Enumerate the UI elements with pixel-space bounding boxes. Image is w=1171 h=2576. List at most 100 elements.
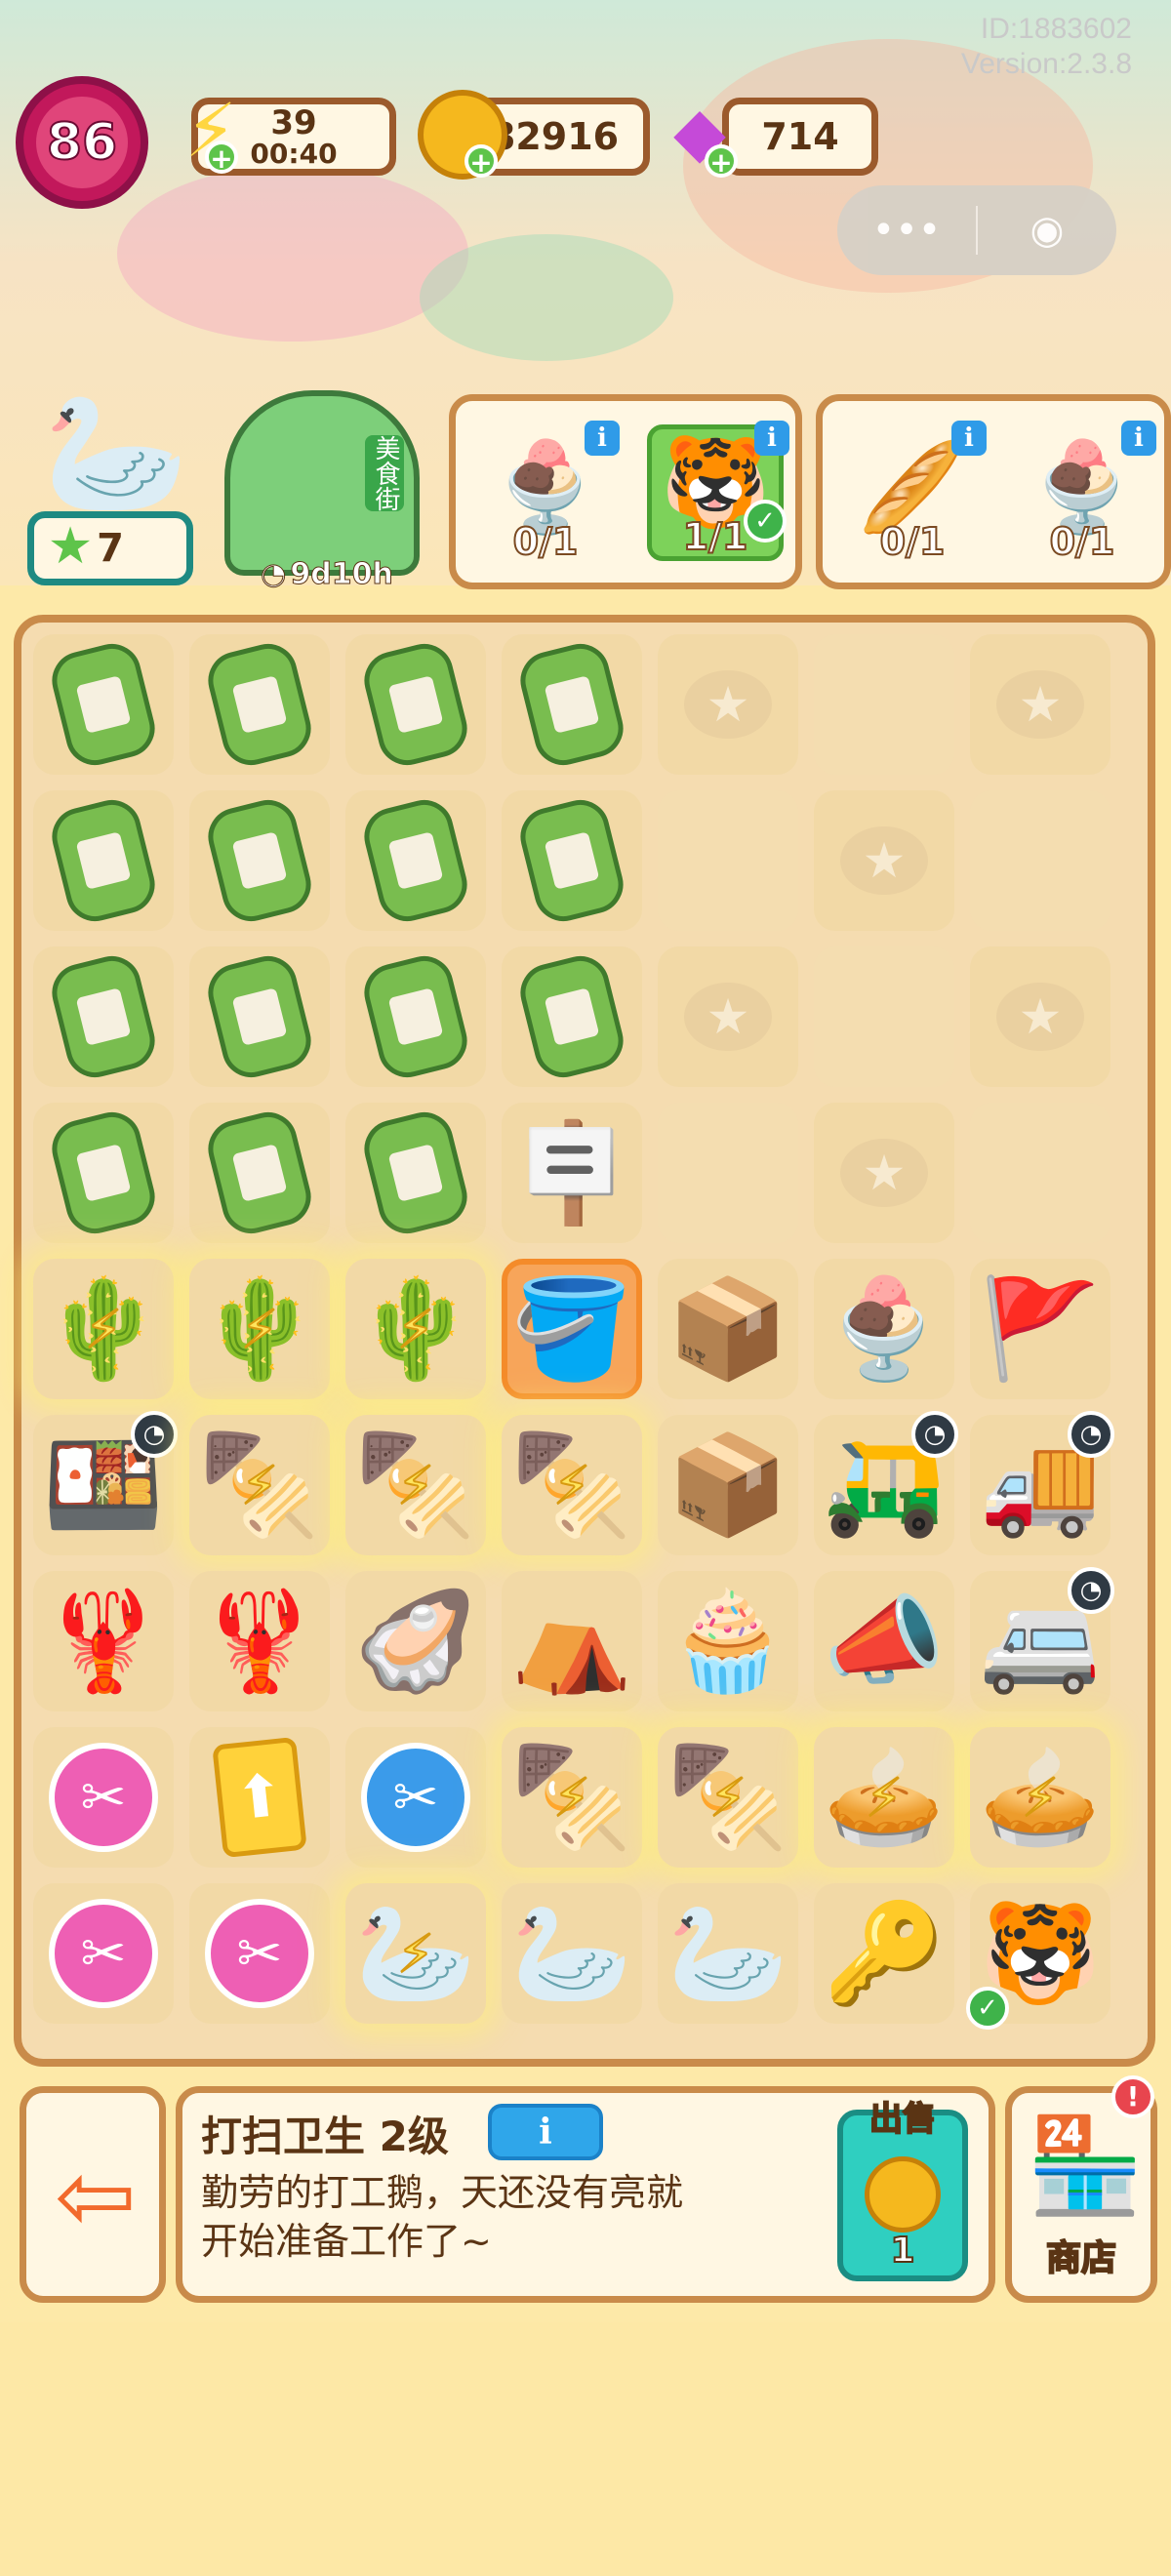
board-cell[interactable] xyxy=(502,790,642,931)
board-cell[interactable]: 🍢 ⚡ xyxy=(502,1727,642,1868)
megaphone-icon: 📣 xyxy=(823,1584,946,1698)
board-cell[interactable]: 🥧 ⚡ xyxy=(970,1727,1110,1868)
board-cell[interactable]: 🪣 xyxy=(502,1259,642,1399)
board-cell[interactable]: ★ xyxy=(814,1103,954,1243)
gas-tank-icon xyxy=(46,949,161,1084)
info-icon[interactable]: i xyxy=(585,421,620,456)
board-cell[interactable] xyxy=(345,634,486,775)
board-cell[interactable]: 🚚 ◔ xyxy=(970,1411,1114,1555)
board-cell[interactable]: 🍢 ⚡ xyxy=(502,1415,642,1555)
board-cell[interactable] xyxy=(189,946,330,1087)
board-cell[interactable]: 🍢 ⚡ xyxy=(658,1727,798,1868)
level-number: 86 xyxy=(36,97,128,188)
board-cell[interactable]: 🪧 xyxy=(502,1103,642,1243)
board-cell[interactable]: 🐯 ✓ xyxy=(966,1883,1110,2030)
board-cell[interactable]: ★ xyxy=(970,946,1110,1087)
open-sign-icon: 🪧 xyxy=(510,1115,633,1229)
board-cell[interactable] xyxy=(33,634,174,775)
board-cell[interactable]: 🔑 xyxy=(814,1883,954,2024)
info-icon[interactable]: i xyxy=(1121,421,1156,456)
board-cell[interactable] xyxy=(189,634,330,775)
board-cell[interactable]: 🦢 ⚡ xyxy=(345,1883,486,2024)
board-cell[interactable]: 🍢 ⚡ xyxy=(189,1415,330,1555)
board-cell[interactable]: 🦢 xyxy=(502,1883,642,2024)
info-icon[interactable]: i xyxy=(754,421,789,456)
board-cell[interactable] xyxy=(33,790,174,931)
board-cell[interactable] xyxy=(33,946,174,1087)
board-cell[interactable] xyxy=(970,790,1110,931)
add-coins-icon[interactable]: + xyxy=(464,144,498,178)
info-icon[interactable]: i xyxy=(951,421,987,456)
board-cell[interactable]: 🍢 ⚡ xyxy=(345,1415,486,1555)
close-target-icon[interactable]: ◉ xyxy=(978,208,1116,253)
board-cell[interactable] xyxy=(33,1103,174,1243)
board-cell[interactable]: 🌵 ⚡ xyxy=(345,1259,486,1399)
board-cell[interactable]: ⛺ xyxy=(502,1571,642,1711)
board-cell[interactable]: 🌵 ⚡ xyxy=(33,1259,174,1399)
tank-label xyxy=(75,987,132,1046)
board-cell[interactable]: 🦪 xyxy=(345,1571,486,1711)
board-cell[interactable]: ✂ xyxy=(189,1883,330,2024)
board-cell[interactable]: ✂ xyxy=(33,1727,174,1868)
board-cell[interactable] xyxy=(189,1103,330,1243)
board-cell[interactable]: 🌵 ⚡ xyxy=(189,1259,330,1399)
board-cell[interactable]: ★ xyxy=(814,790,954,931)
order-card-1[interactable]: 🍨 0/1 i 🐯 1/1 ✓ i xyxy=(449,394,802,589)
board-cell[interactable]: 🦢 xyxy=(658,1883,798,2024)
goose-worker-icon: 🦢 xyxy=(510,1896,633,2010)
board-cell[interactable]: ★ xyxy=(658,634,798,775)
merge-board: ★ ★ ★ ★ ★ 🪧 ★ 🌵 ⚡ 🌵 ⚡ 🌵 ⚡ 🪣 📦 🍨 🚩 🍱 ◔ 🍢 ⚡ 🍢 ⚡ 🍢 ⚡ 📦 🛺 ◔ 🚚 ◔ 🦞 🦞 🦪 ⛺ 🧁 📣 🚐 ◔ ✂ ⬆… xyxy=(14,615,1155,2067)
version-label: Version:2.3.8 xyxy=(960,48,1132,80)
board-cell[interactable] xyxy=(658,790,798,931)
sell-price: 1 xyxy=(889,2230,915,2272)
board-cell[interactable]: ✂ xyxy=(345,1727,486,1868)
more-menu-icon[interactable]: ••• xyxy=(837,208,976,253)
board-cell[interactable] xyxy=(345,1103,486,1243)
add-gems-icon[interactable]: + xyxy=(705,144,738,178)
goose-keys-icon: 🔑 xyxy=(823,1896,946,2010)
tank-label xyxy=(387,675,444,734)
exit-button[interactable]: ⇦ xyxy=(20,2086,166,2303)
shop-button[interactable]: 🏪 商店 ! xyxy=(1005,2075,1157,2303)
player-id: ID:1883602 xyxy=(980,13,1132,45)
board-cell[interactable]: 🦞 xyxy=(33,1571,174,1711)
board-cell[interactable] xyxy=(814,946,954,1087)
shop-label: 商店 xyxy=(1045,2237,1117,2279)
board-cell[interactable]: 📦 xyxy=(658,1259,798,1399)
level-badge[interactable]: 86 xyxy=(16,76,148,209)
board-cell[interactable]: ⬆ xyxy=(189,1727,330,1868)
board-cell[interactable] xyxy=(345,946,486,1087)
board-cell[interactable] xyxy=(189,790,330,931)
board-cell[interactable]: 📣 xyxy=(814,1571,954,1711)
sell-button[interactable]: 出售 1 xyxy=(837,2099,968,2281)
board-cell[interactable]: ★ xyxy=(658,946,798,1087)
board-cell[interactable] xyxy=(658,1103,798,1243)
board-cell[interactable]: ✂ xyxy=(33,1883,174,2024)
add-energy-icon[interactable]: + xyxy=(205,141,238,174)
board-cell[interactable]: 🚩 xyxy=(970,1259,1110,1399)
order-card-2[interactable]: 🥖 0/1 i 🍨 0/1 i xyxy=(816,394,1171,589)
gas-tank-icon xyxy=(514,637,629,772)
board-cell[interactable]: 🥧 ⚡ xyxy=(814,1727,954,1868)
build-info: ID:1883602 Version:2.3.8 xyxy=(961,12,1132,82)
board-cell[interactable]: 📦 xyxy=(658,1415,798,1555)
goose-worker-icon[interactable]: 🦢 xyxy=(33,381,199,527)
board-cell[interactable]: 🍨 xyxy=(814,1259,954,1399)
board-cell[interactable] xyxy=(502,946,642,1087)
board-cell[interactable]: 🍱 ◔ xyxy=(33,1411,178,1555)
board-cell[interactable]: 🧁 xyxy=(658,1571,798,1711)
board-cell[interactable]: 🦞 xyxy=(189,1571,330,1711)
food-street-event-icon[interactable]: 美食街 xyxy=(224,390,420,576)
gas-tank-icon xyxy=(202,637,317,772)
board-cell[interactable]: 🚐 ◔ xyxy=(970,1567,1114,1711)
board-cell[interactable] xyxy=(502,634,642,775)
board-cell[interactable]: 🛺 ◔ xyxy=(814,1411,958,1555)
board-cell[interactable] xyxy=(970,1103,1110,1243)
gems-pill[interactable]: 714 xyxy=(722,98,878,176)
item-info-button[interactable]: i xyxy=(488,2104,603,2160)
board-cell[interactable]: ★ xyxy=(970,634,1110,775)
background-awning xyxy=(117,166,468,342)
board-cell[interactable] xyxy=(345,790,486,931)
board-cell[interactable] xyxy=(814,634,954,775)
tank-label xyxy=(75,675,132,734)
